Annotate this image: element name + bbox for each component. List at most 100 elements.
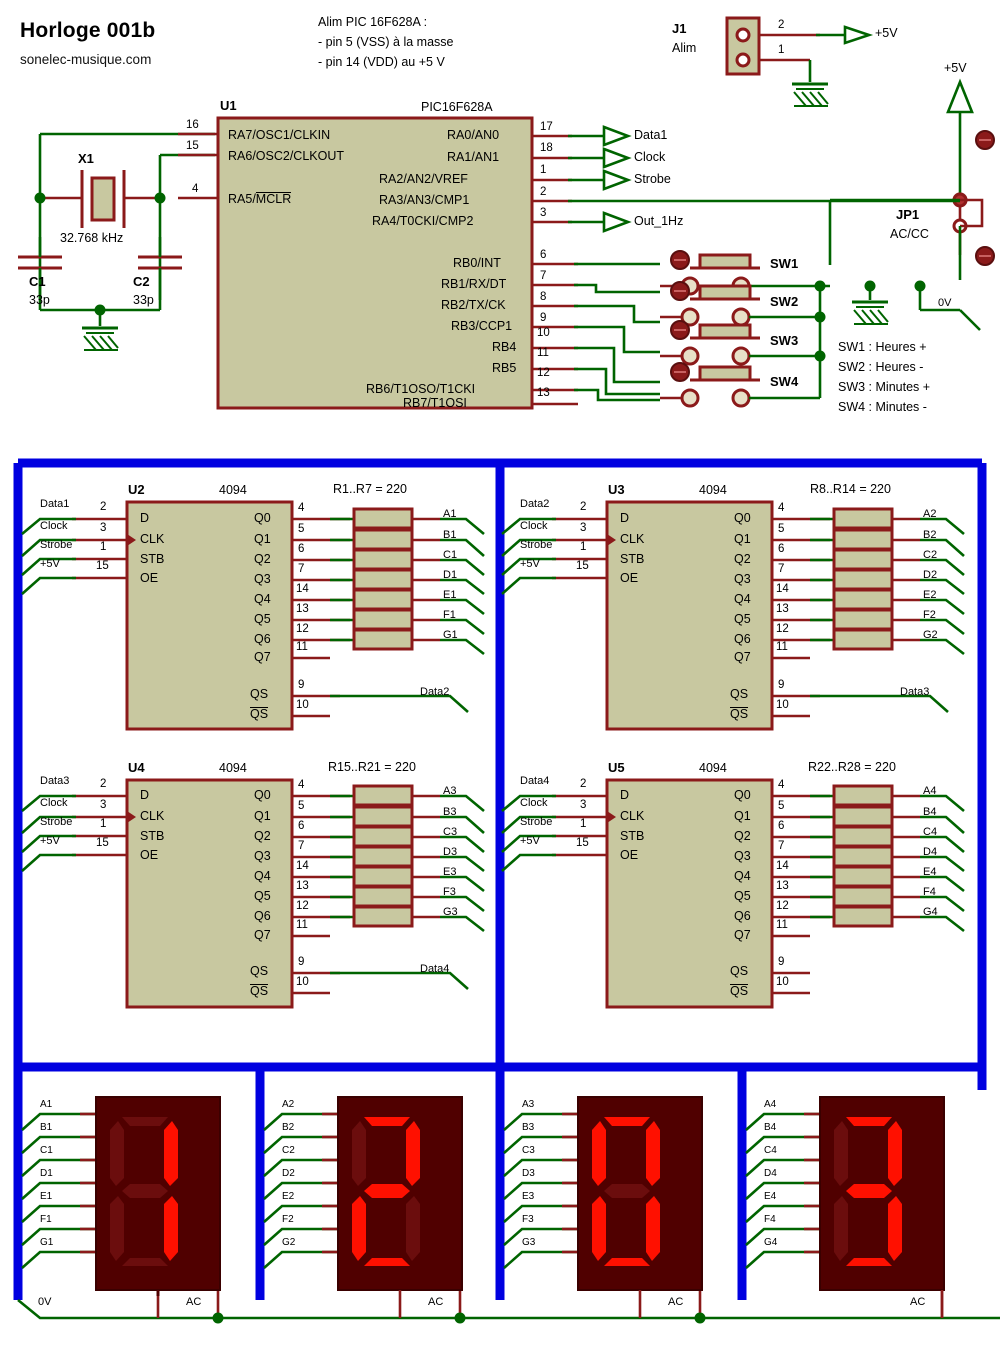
u2-net-a1: A1 xyxy=(443,508,457,520)
u5-out-pin-q7: Q7 xyxy=(734,928,751,942)
u5-input-label-2: Strobe xyxy=(520,816,553,828)
u4-out-num-2: 6 xyxy=(298,820,305,832)
u5-out-num-4: 14 xyxy=(776,860,789,872)
u2-out-pin-q6: Q6 xyxy=(254,632,271,646)
display-1-net-g: G1 xyxy=(40,1237,54,1248)
u1-pin-num-16: 16 xyxy=(186,119,199,131)
u1-pin-label-rb1: RB1/RX/DT xyxy=(441,277,507,291)
u3-resistor-note: R8..R14 = 220 xyxy=(810,482,891,496)
u3-net-b2: B2 xyxy=(923,529,937,541)
display-4-net-g: G4 xyxy=(764,1237,778,1248)
u3-out-pin-q5: Q5 xyxy=(734,612,751,626)
u5-out-num-6: 12 xyxy=(776,900,789,912)
u5-input-pin-0: 2 xyxy=(580,778,587,790)
u4-input-label-2: Strobe xyxy=(40,816,73,828)
u1-pin-num-1: 1 xyxy=(540,164,547,176)
u2-out-num-1: 5 xyxy=(298,523,305,535)
j1-output-label: +5V xyxy=(875,26,898,40)
u3-input-pin-3: 15 xyxy=(576,560,589,572)
sw2-label[interactable]: SW2 xyxy=(770,295,798,308)
u3-out-num-6: 12 xyxy=(776,623,789,635)
display-4-common-label: AC xyxy=(910,1296,926,1308)
u2-device: 4094 xyxy=(219,483,247,497)
u2-out-pin-q2: Q2 xyxy=(254,552,271,566)
u4-out-pin-q0: Q0 xyxy=(254,788,271,802)
sw4-label[interactable]: SW4 xyxy=(770,375,798,388)
u5-ref: U5 xyxy=(608,760,625,775)
u4-pin-oe: OE xyxy=(140,848,159,862)
crystal-value: 32.768 kHz xyxy=(60,231,124,245)
u2-out-num-2: 6 xyxy=(298,543,305,555)
u4-out-pin-q2: Q2 xyxy=(254,829,271,843)
u4-input-pin-3: 15 xyxy=(96,837,109,849)
u4-net-g3: G3 xyxy=(443,906,458,918)
u3-out-pin-q1: Q1 xyxy=(734,532,751,546)
net-label-data1: Data1 xyxy=(634,128,668,142)
u1-pin-num-8: 8 xyxy=(540,291,547,303)
u2-net-data2: Data2 xyxy=(420,686,450,698)
u3-out-pin-q3: Q3 xyxy=(734,572,751,586)
display-3-net-g: G3 xyxy=(522,1237,536,1248)
u1-pin-num-2: 2 xyxy=(540,186,547,198)
u3-ref: U3 xyxy=(608,482,625,497)
zero-volt-bus xyxy=(17,1290,1000,1324)
sw1-label[interactable]: SW1 xyxy=(770,257,798,270)
display-1-net-f: F1 xyxy=(40,1214,52,1225)
u2-net-c1: C1 xyxy=(443,549,458,561)
u2-input-label-1: Clock xyxy=(40,520,68,532)
u1-pin-label-rb6: RB6/T1OSO/T1CKI xyxy=(366,382,476,396)
u4-out-num-5: 13 xyxy=(296,880,309,892)
display-2-net-c: C2 xyxy=(282,1145,295,1156)
u2-input-pin-1: 3 xyxy=(100,522,107,534)
u1-pin-label-rb7: RB7/T1OSI xyxy=(403,396,467,410)
sw3-label[interactable]: SW3 xyxy=(770,334,798,347)
u2-input-pin-3: 15 xyxy=(96,560,109,572)
u5-input-pin-3: 15 xyxy=(576,837,589,849)
u1-pin-label-ra0: RA0/AN0 xyxy=(447,128,500,142)
u4-out-num-6: 12 xyxy=(296,900,309,912)
u4-input-pin-0: 2 xyxy=(100,778,107,790)
u2-net-d1: D1 xyxy=(443,569,458,581)
u4-pin-d: D xyxy=(140,788,150,802)
u1-pin-num-4: 4 xyxy=(192,183,199,195)
zero-volt-label: 0V xyxy=(38,1296,52,1308)
u4-net-c3: C3 xyxy=(443,826,458,838)
u2-pin-clk: CLK xyxy=(140,532,165,546)
u5-out-num-0: 4 xyxy=(778,779,785,791)
u1-mclr-overline: MCLR xyxy=(255,192,292,206)
u2-out-pin-q7: Q7 xyxy=(254,650,271,664)
u3-serial-num-10: 10 xyxy=(776,699,789,711)
u5-pin-clk: CLK xyxy=(620,809,645,823)
j1-name: Alim xyxy=(672,41,697,55)
u1-pin-num-13: 13 xyxy=(537,387,550,399)
display-2-net-d: D2 xyxy=(282,1168,295,1179)
u1-pin-num-9: 9 xyxy=(540,312,547,324)
u2-net-b1: B1 xyxy=(443,529,457,541)
u1-pin-label-rb0: RB0/INT xyxy=(453,256,501,270)
u2-net-e1: E1 xyxy=(443,589,457,601)
u2-net-f1: F1 xyxy=(443,609,456,621)
u4-out-pin-q7: Q7 xyxy=(254,928,271,942)
u4-serial-num-10: 10 xyxy=(296,976,309,988)
u3-out-num-4: 14 xyxy=(776,583,789,595)
u4-out-num-0: 4 xyxy=(298,779,305,791)
display-2-common-label: AC xyxy=(428,1296,444,1308)
u3-out-pin-q7: Q7 xyxy=(734,650,751,664)
page-title: Horloge 001b xyxy=(20,19,156,42)
display-4-net-d: D4 xyxy=(764,1168,777,1179)
u2-out-num-4: 14 xyxy=(296,583,309,595)
j1-ref: J1 xyxy=(672,21,687,36)
u2-net-g1: G1 xyxy=(443,629,458,641)
u4-net-b3: B3 xyxy=(443,806,457,818)
u3-input-label-2: Strobe xyxy=(520,539,553,551)
u5-out-num-5: 13 xyxy=(776,880,789,892)
u4-pin-clk: CLK xyxy=(140,809,165,823)
u3-out-num-0: 4 xyxy=(778,502,785,514)
display-4-net-c: C4 xyxy=(764,1145,777,1156)
u2-out-num-0: 4 xyxy=(298,502,305,514)
u3-input-label-1: Clock xyxy=(520,520,548,532)
u5-out-pin-q3: Q3 xyxy=(734,849,751,863)
u3-input-pin-1: 3 xyxy=(580,522,587,534)
u5-pin-stb: STB xyxy=(620,829,645,843)
display-2-net-e: E2 xyxy=(282,1191,295,1202)
